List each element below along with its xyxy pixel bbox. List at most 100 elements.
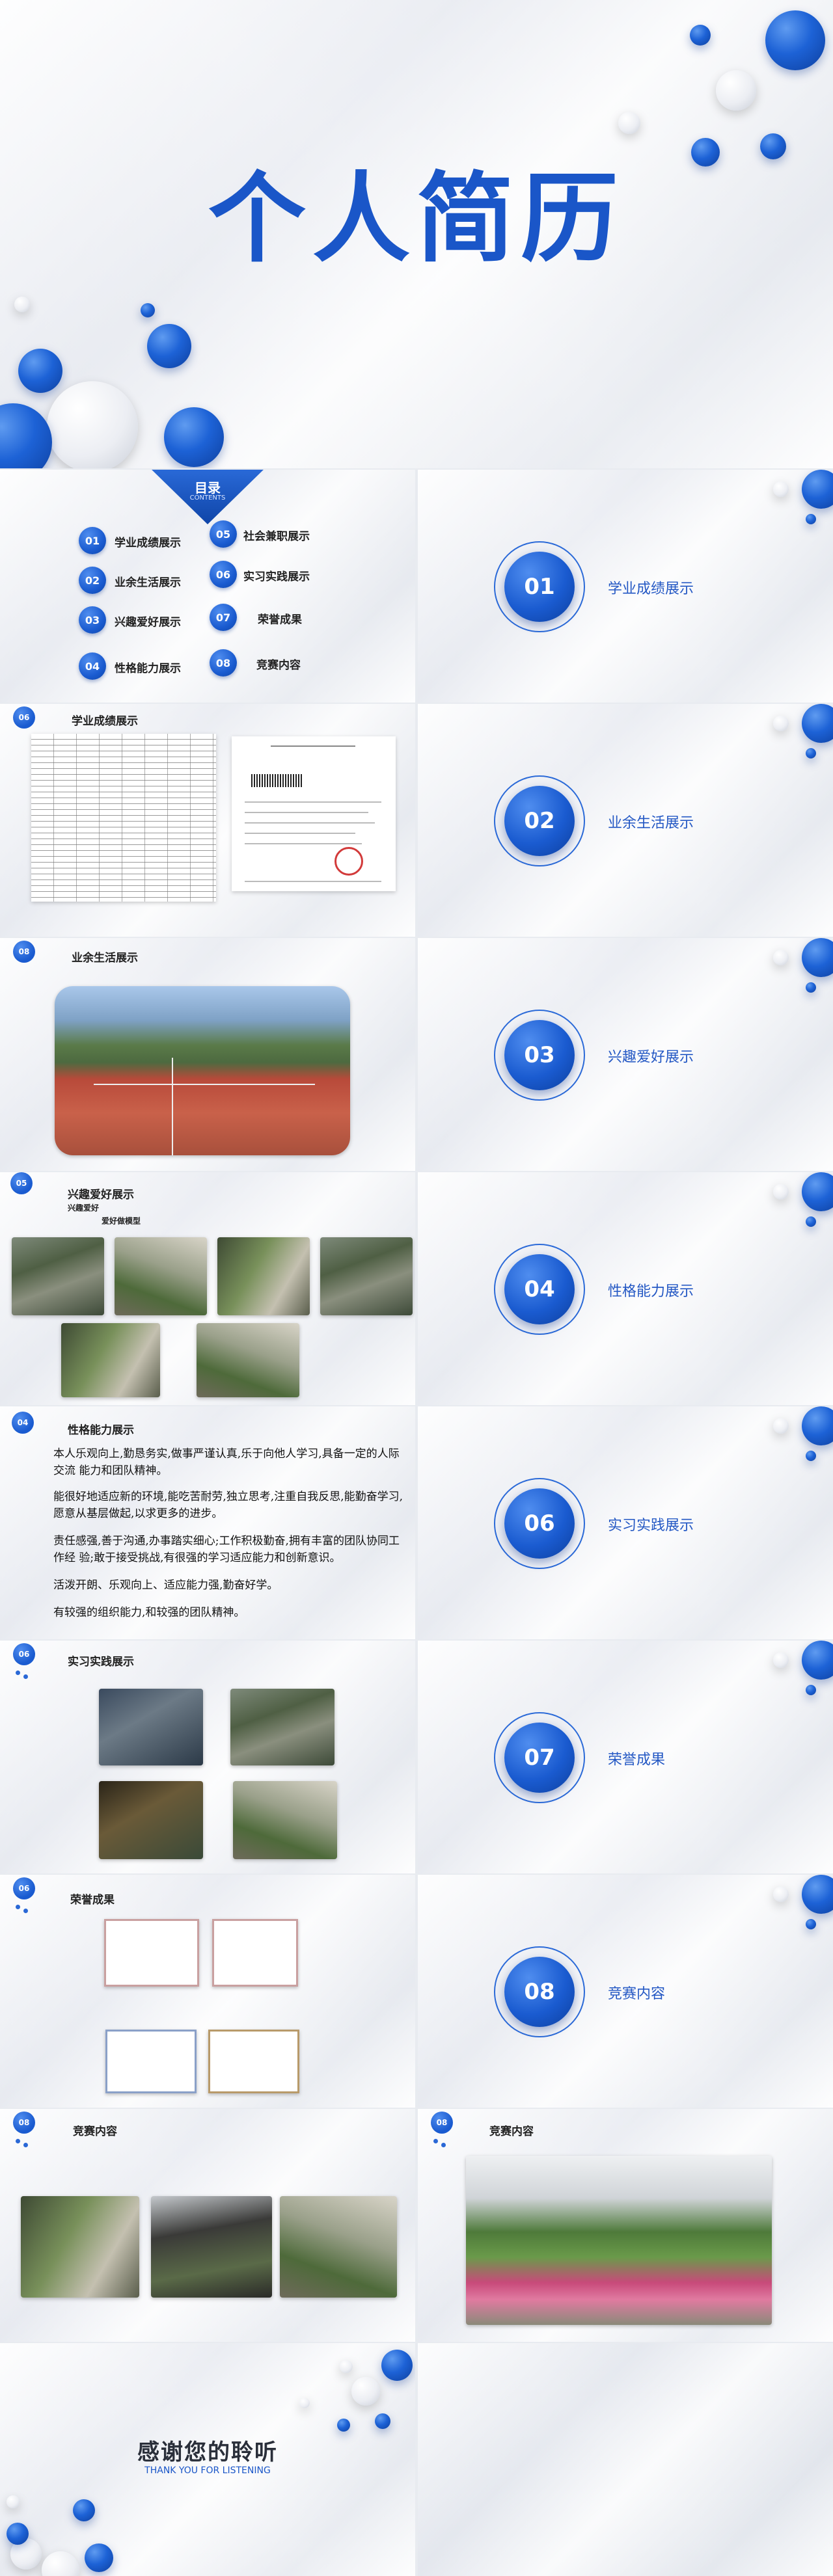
ending-subtitle: THANK YOU FOR LISTENING — [144, 2465, 271, 2476]
hobby-subtitle-2: 爱好做模型 — [102, 1216, 141, 1226]
court-line — [94, 1084, 315, 1085]
section-title: 竞赛内容 — [608, 1986, 666, 2002]
section-number-ring: 06 — [494, 1478, 585, 1569]
decor-ball — [802, 1641, 833, 1680]
decor-ball — [351, 2377, 380, 2406]
slide-title: 竞赛内容 — [73, 2125, 117, 2138]
section-slide-08: 08 竞赛内容 — [418, 1875, 833, 2108]
decor-ball — [691, 138, 720, 167]
toc-item-number: 07 — [210, 604, 237, 631]
section-number: 03 — [504, 1020, 575, 1090]
badge-dots — [13, 1903, 39, 1916]
toc-item-label[interactable]: 荣誉成果 — [258, 610, 302, 626]
toc-header: 目录 — [195, 480, 221, 496]
section-number-ring: 07 — [494, 1712, 585, 1803]
decor-ball — [7, 2523, 29, 2545]
toc-item-label[interactable]: 兴趣爱好展示 — [115, 613, 181, 629]
practice-photo — [99, 1689, 203, 1765]
decor-ball — [806, 1451, 816, 1461]
practice-slide: 06 实习实践展示 — [0, 1641, 415, 1873]
contest-slide-1: 08 竞赛内容 — [0, 2109, 415, 2342]
slide-badge: 06 — [13, 706, 35, 729]
model-photo — [320, 1237, 413, 1315]
decor-ball — [773, 1652, 789, 1668]
contest-photo — [151, 2196, 272, 2298]
badge-dots — [13, 2138, 39, 2151]
decor-ball — [765, 10, 825, 70]
honor-certificate — [105, 2030, 197, 2093]
toc-item-label[interactable]: 性格能力展示 — [115, 659, 181, 675]
ending-title: 感谢您的聆听 — [137, 2439, 278, 2465]
decor-ball — [802, 938, 833, 977]
toc-item-number: 01 — [79, 527, 106, 554]
decor-ball — [690, 25, 711, 46]
decor-ball — [299, 2398, 310, 2408]
honor-certificate — [208, 2030, 299, 2093]
cover-slide: 个人简历 — [0, 0, 833, 468]
section-number: 08 — [504, 1957, 575, 2027]
decor-ball — [0, 403, 52, 468]
decor-ball — [773, 1418, 789, 1434]
barcode — [251, 774, 303, 787]
practice-photo — [233, 1781, 337, 1859]
character-slide: 04 性格能力展示 本人乐观向上,勤恳务实,做事严谨认真,乐于向他人学习,具备一… — [0, 1406, 415, 1639]
ending-slide: 感谢您的聆听 THANK YOU FOR LISTENING — [0, 2343, 415, 2576]
toc-item-label[interactable]: 社会兼职展示 — [243, 527, 310, 543]
badge-dots — [13, 1669, 39, 1682]
toc-item-label[interactable]: 竞赛内容 — [256, 656, 301, 672]
decor-ball — [806, 1216, 816, 1227]
section-number: 04 — [504, 1254, 575, 1324]
character-paragraph: 有较强的组织能力,和较强的团队精神。 — [53, 1606, 245, 1619]
toc-item-label[interactable]: 业余生活展示 — [115, 573, 181, 589]
toc-slide: 目录 CONTENTS 01 学业成绩展示 02 业余生活展示 03 兴趣爱好展… — [0, 470, 415, 703]
model-photo — [217, 1237, 310, 1315]
model-photo — [197, 1323, 299, 1397]
decor-ball — [802, 704, 833, 743]
slide-title: 学业成绩展示 — [72, 715, 138, 728]
slide-title: 荣誉成果 — [70, 1894, 115, 1907]
decor-ball — [73, 2499, 95, 2521]
honor-slide: 06 荣誉成果 — [0, 1875, 415, 2108]
hobby-slide: 05 兴趣爱好展示 兴趣爱好 爱好做模型 — [0, 1172, 415, 1405]
section-title: 学业成绩展示 — [608, 581, 694, 597]
character-paragraph: 能很好地适应新的环境,能吃苦耐劳,独立思考,注重自我反思,能勤奋学习,愿意从基层… — [53, 1490, 403, 1520]
decor-ball — [42, 2551, 79, 2576]
toc-item-label[interactable]: 学业成绩展示 — [115, 533, 181, 550]
section-title: 兴趣爱好展示 — [608, 1049, 694, 1066]
section-number-ring: 03 — [494, 1010, 585, 1101]
section-title: 性格能力展示 — [608, 1283, 694, 1300]
section-slide-04: 04 性格能力展示 — [418, 1172, 833, 1405]
decor-ball — [773, 481, 789, 497]
grade-table-grid — [31, 734, 216, 902]
decor-ball — [14, 297, 30, 312]
model-photo — [115, 1237, 207, 1315]
section-number-ring: 08 — [494, 1946, 585, 2037]
toc-item-number: 04 — [79, 652, 106, 680]
slide-badge: 05 — [10, 1172, 33, 1194]
life-slide: 08 业余生活展示 — [0, 938, 415, 1171]
slide-title: 兴趣爱好展示 — [68, 1188, 134, 1201]
section-number-ring: 02 — [494, 775, 585, 866]
section-number: 06 — [504, 1488, 575, 1559]
decor-ball — [806, 1919, 816, 1929]
section-number: 01 — [504, 552, 575, 622]
decor-ball — [806, 514, 816, 524]
section-slide-03: 03 兴趣爱好展示 — [418, 938, 833, 1171]
model-photo — [12, 1237, 104, 1315]
decor-ball — [716, 70, 756, 111]
decor-ball — [618, 112, 640, 134]
slide-badge: 08 — [13, 941, 35, 963]
decor-ball — [337, 2419, 350, 2432]
slide-badge: 06 — [13, 1643, 35, 1665]
decor-ball — [164, 407, 224, 467]
toc-item-number: 03 — [79, 606, 106, 634]
contest-photo — [280, 2196, 397, 2298]
slide-badge: 06 — [13, 1877, 35, 1899]
decor-ball — [18, 349, 62, 393]
toc-item-label[interactable]: 实习实践展示 — [243, 567, 310, 584]
section-slide-06: 06 实习实践展示 — [418, 1406, 833, 1639]
toc-header-sub: CONTENTS — [189, 494, 226, 502]
toc-item-number: 06 — [210, 561, 237, 588]
decor-ball — [7, 2495, 20, 2508]
badge-dots — [431, 2138, 457, 2151]
